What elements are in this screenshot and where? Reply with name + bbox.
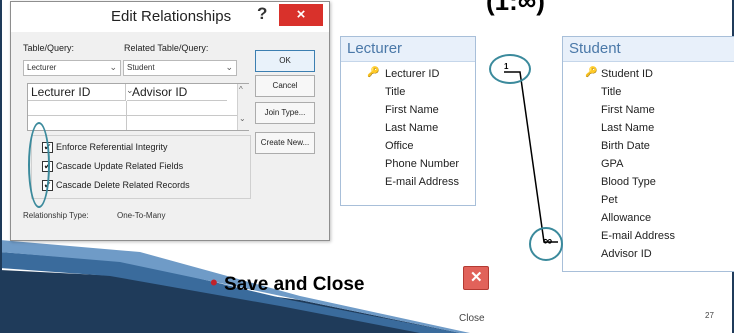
field-item[interactable]: E-mail Address bbox=[385, 176, 459, 188]
cascade-update-checkbox[interactable]: ✔ Cascade Update Related Fields bbox=[42, 161, 184, 173]
help-icon[interactable]: ? bbox=[257, 4, 267, 24]
checkbox-label: Cascade Delete Related Records bbox=[56, 180, 190, 190]
related-table-value: Student bbox=[127, 63, 155, 72]
relationship-line bbox=[504, 71, 558, 243]
primary-field-cell[interactable]: Lecturer ID bbox=[28, 84, 126, 101]
relationship-type-title: (1:∞) bbox=[486, 0, 545, 16]
relationship-type-label: Relationship Type: bbox=[23, 211, 89, 220]
key-field[interactable]: Student ID bbox=[601, 68, 653, 80]
integrity-options-panel: ✔ Enforce Referential Integrity ✔ Cascade … bbox=[31, 135, 251, 199]
edit-relationships-dialog: Edit Relationships ? × Table/Query: Rela… bbox=[10, 1, 330, 241]
field-item[interactable]: First Name bbox=[385, 104, 439, 116]
field-item[interactable]: Advisor ID bbox=[601, 248, 652, 260]
related-table-query-label: Related Table/Query: bbox=[124, 43, 209, 53]
one-side-highlight-circle bbox=[489, 54, 531, 84]
grid-scrollbar[interactable]: ^ ⌄ bbox=[237, 84, 249, 130]
table-header: Lecturer bbox=[341, 37, 475, 62]
page-number: 27 bbox=[705, 311, 714, 320]
grid-row-divider bbox=[28, 115, 237, 116]
many-side-highlight-circle bbox=[529, 227, 563, 261]
field-item[interactable]: Birth Date bbox=[601, 140, 650, 152]
field-item[interactable]: First Name bbox=[601, 104, 655, 116]
field-item[interactable]: Blood Type bbox=[601, 176, 656, 188]
field-item[interactable]: GPA bbox=[601, 158, 623, 170]
checkbox-label: Cascade Update Related Fields bbox=[56, 161, 184, 171]
table-name: Student bbox=[569, 40, 621, 57]
cascade-delete-checkbox[interactable]: ✔ Cascade Delete Related Records bbox=[42, 180, 190, 192]
related-field-cell[interactable]: Advisor ID bbox=[127, 84, 227, 101]
field-item[interactable]: Office bbox=[385, 140, 414, 152]
chevron-down-icon: ⌄ bbox=[225, 62, 233, 72]
key-field[interactable]: Lecturer ID bbox=[385, 68, 439, 80]
field-item[interactable]: Title bbox=[601, 86, 621, 98]
field-item[interactable]: Title bbox=[385, 86, 405, 98]
field-item[interactable]: E-mail Address bbox=[601, 230, 675, 242]
dialog-close-button[interactable]: × bbox=[279, 4, 323, 26]
x-glyph: ✕ bbox=[470, 269, 483, 286]
field-mapping-grid: Lecturer ID ⌄ Advisor ID ^ ⌄ bbox=[27, 83, 249, 131]
save-and-close-text: Save and Close bbox=[224, 274, 365, 295]
ok-button[interactable]: OK bbox=[255, 50, 315, 72]
table-query-select[interactable]: Lecturer ⌄ bbox=[23, 60, 121, 76]
related-table-select[interactable]: Student ⌄ bbox=[123, 60, 237, 76]
student-table[interactable]: Student 🔑 Student ID Title First Name La… bbox=[562, 36, 734, 272]
bullet-icon: • bbox=[210, 270, 218, 295]
close-caption: Close bbox=[459, 313, 485, 324]
create-new-button[interactable]: Create New... bbox=[255, 132, 315, 154]
table-query-label: Table/Query: bbox=[23, 43, 75, 53]
key-icon: 🔑 bbox=[585, 67, 598, 78]
relationship-type-value: One-To-Many bbox=[117, 211, 166, 220]
dialog-titlebar: Edit Relationships ? × bbox=[11, 2, 329, 32]
field-item[interactable]: Last Name bbox=[601, 122, 654, 134]
slide-frame-left bbox=[0, 0, 2, 333]
field-item[interactable]: Pet bbox=[601, 194, 618, 206]
field-item[interactable]: Allowance bbox=[601, 212, 651, 224]
checkbox-highlight-circle bbox=[28, 122, 50, 208]
lecturer-table[interactable]: Lecturer 🔑 Lecturer ID Title First Name … bbox=[340, 36, 476, 206]
close-icon[interactable]: ✕ bbox=[463, 266, 489, 290]
enforce-integrity-checkbox[interactable]: ✔ Enforce Referential Integrity bbox=[42, 142, 168, 154]
key-icon: 🔑 bbox=[367, 67, 380, 78]
table-query-value: Lecturer bbox=[27, 63, 57, 72]
table-header: Student bbox=[563, 37, 734, 62]
scroll-down-icon[interactable]: ⌄ bbox=[239, 114, 246, 123]
field-item[interactable]: Last Name bbox=[385, 122, 438, 134]
cancel-button[interactable]: Cancel bbox=[255, 75, 315, 97]
join-type-button[interactable]: Join Type... bbox=[255, 102, 315, 124]
checkbox-label: Enforce Referential Integrity bbox=[56, 142, 168, 152]
field-item[interactable]: Phone Number bbox=[385, 158, 459, 170]
chevron-down-icon: ⌄ bbox=[109, 62, 117, 72]
table-name: Lecturer bbox=[347, 40, 403, 57]
scroll-up-icon[interactable]: ^ bbox=[239, 85, 243, 94]
dialog-title: Edit Relationships bbox=[111, 8, 232, 25]
grid-column-divider bbox=[126, 101, 127, 130]
